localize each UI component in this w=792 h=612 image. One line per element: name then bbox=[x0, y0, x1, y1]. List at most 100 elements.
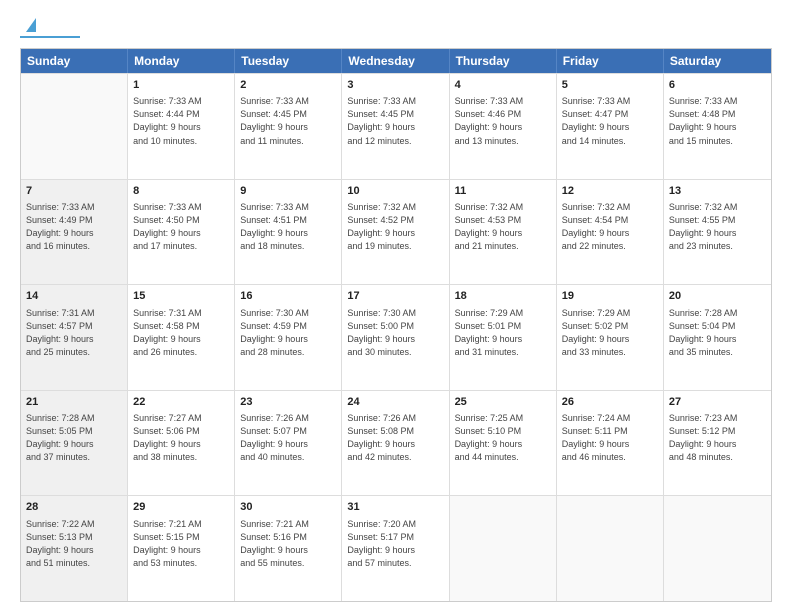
day-info: Sunrise: 7:26 AM Sunset: 5:07 PM Dayligh… bbox=[240, 412, 336, 464]
calendar-cell: 21 Sunrise: 7:28 AM Sunset: 5:05 PM Dayli… bbox=[21, 391, 128, 496]
weekday-header: Friday bbox=[557, 49, 664, 73]
day-info: Sunrise: 7:33 AM Sunset: 4:44 PM Dayligh… bbox=[133, 95, 229, 147]
calendar-cell: 8Sunrise: 7:33 AM Sunset: 4:50 PM Daylig… bbox=[128, 180, 235, 285]
day-number: 19 bbox=[562, 289, 658, 304]
day-info: Sunrise: 7:33 AM Sunset: 4:51 PM Dayligh… bbox=[240, 201, 336, 253]
day-info: Sunrise: 7:33 AM Sunset: 4:45 PM Dayligh… bbox=[240, 95, 336, 147]
calendar-cell: 23 Sunrise: 7:26 AM Sunset: 5:07 PM Dayli… bbox=[235, 391, 342, 496]
day-number: 22 bbox=[133, 395, 229, 410]
day-info: Sunrise: 7:32 AM Sunset: 4:55 PM Dayligh… bbox=[669, 201, 766, 253]
day-number: 10 bbox=[347, 184, 443, 199]
weekday-header: Saturday bbox=[664, 49, 771, 73]
day-info: Sunrise: 7:30 AM Sunset: 5:00 PM Dayligh… bbox=[347, 307, 443, 359]
day-number: 20 bbox=[669, 289, 766, 304]
day-number: 3 bbox=[347, 78, 443, 93]
day-number: 8 bbox=[133, 184, 229, 199]
day-info: Sunrise: 7:20 AM Sunset: 5:17 PM Dayligh… bbox=[347, 518, 443, 570]
calendar-week: 14Sunrise: 7:31 AM Sunset: 4:57 PM Dayli… bbox=[21, 284, 771, 390]
calendar-cell bbox=[557, 496, 664, 601]
day-info: Sunrise: 7:21 AM Sunset: 5:16 PM Dayligh… bbox=[240, 518, 336, 570]
header bbox=[20, 16, 772, 38]
weekday-header: Thursday bbox=[450, 49, 557, 73]
calendar-cell: 9 Sunrise: 7:33 AM Sunset: 4:51 PM Daylig… bbox=[235, 180, 342, 285]
calendar-week: 21 Sunrise: 7:28 AM Sunset: 5:05 PM Dayli… bbox=[21, 390, 771, 496]
day-number: 24 bbox=[347, 395, 443, 410]
day-info: Sunrise: 7:33 AM Sunset: 4:45 PM Dayligh… bbox=[347, 95, 443, 147]
day-number: 2 bbox=[240, 78, 336, 93]
calendar-week: 7 Sunrise: 7:33 AM Sunset: 4:49 PM Daylig… bbox=[21, 179, 771, 285]
day-number: 31 bbox=[347, 500, 443, 515]
calendar-cell: 31 Sunrise: 7:20 AM Sunset: 5:17 PM Dayli… bbox=[342, 496, 449, 601]
calendar-header: SundayMondayTuesdayWednesdayThursdayFrid… bbox=[21, 49, 771, 73]
day-info: Sunrise: 7:30 AM Sunset: 4:59 PM Dayligh… bbox=[240, 307, 336, 359]
calendar-cell: 3 Sunrise: 7:33 AM Sunset: 4:45 PM Daylig… bbox=[342, 74, 449, 179]
day-info: Sunrise: 7:27 AM Sunset: 5:06 PM Dayligh… bbox=[133, 412, 229, 464]
calendar-cell: 4Sunrise: 7:33 AM Sunset: 4:46 PM Daylig… bbox=[450, 74, 557, 179]
day-info: Sunrise: 7:33 AM Sunset: 4:47 PM Dayligh… bbox=[562, 95, 658, 147]
calendar-cell bbox=[450, 496, 557, 601]
weekday-header: Tuesday bbox=[235, 49, 342, 73]
calendar-cell bbox=[21, 74, 128, 179]
calendar-cell: 18Sunrise: 7:29 AM Sunset: 5:01 PM Dayli… bbox=[450, 285, 557, 390]
day-info: Sunrise: 7:32 AM Sunset: 4:53 PM Dayligh… bbox=[455, 201, 551, 253]
day-info: Sunrise: 7:33 AM Sunset: 4:48 PM Dayligh… bbox=[669, 95, 766, 147]
calendar-cell: 7 Sunrise: 7:33 AM Sunset: 4:49 PM Daylig… bbox=[21, 180, 128, 285]
day-number: 7 bbox=[26, 184, 122, 199]
day-info: Sunrise: 7:28 AM Sunset: 5:05 PM Dayligh… bbox=[26, 412, 122, 464]
calendar-cell: 30Sunrise: 7:21 AM Sunset: 5:16 PM Dayli… bbox=[235, 496, 342, 601]
calendar-cell: 15 Sunrise: 7:31 AM Sunset: 4:58 PM Dayli… bbox=[128, 285, 235, 390]
calendar-week: 28 Sunrise: 7:22 AM Sunset: 5:13 PM Dayli… bbox=[21, 495, 771, 601]
day-number: 15 bbox=[133, 289, 229, 304]
calendar-cell: 10 Sunrise: 7:32 AM Sunset: 4:52 PM Dayli… bbox=[342, 180, 449, 285]
day-number: 23 bbox=[240, 395, 336, 410]
day-number: 5 bbox=[562, 78, 658, 93]
calendar-cell: 17 Sunrise: 7:30 AM Sunset: 5:00 PM Dayli… bbox=[342, 285, 449, 390]
logo bbox=[20, 16, 80, 38]
day-number: 28 bbox=[26, 500, 122, 515]
day-info: Sunrise: 7:21 AM Sunset: 5:15 PM Dayligh… bbox=[133, 518, 229, 570]
day-number: 21 bbox=[26, 395, 122, 410]
day-info: Sunrise: 7:33 AM Sunset: 4:46 PM Dayligh… bbox=[455, 95, 551, 147]
calendar-cell: 19 Sunrise: 7:29 AM Sunset: 5:02 PM Dayli… bbox=[557, 285, 664, 390]
day-info: Sunrise: 7:26 AM Sunset: 5:08 PM Dayligh… bbox=[347, 412, 443, 464]
calendar-cell: 29 Sunrise: 7:21 AM Sunset: 5:15 PM Dayli… bbox=[128, 496, 235, 601]
day-info: Sunrise: 7:31 AM Sunset: 4:58 PM Dayligh… bbox=[133, 307, 229, 359]
day-number: 17 bbox=[347, 289, 443, 304]
calendar-cell bbox=[664, 496, 771, 601]
day-number: 1 bbox=[133, 78, 229, 93]
day-info: Sunrise: 7:24 AM Sunset: 5:11 PM Dayligh… bbox=[562, 412, 658, 464]
day-info: Sunrise: 7:29 AM Sunset: 5:02 PM Dayligh… bbox=[562, 307, 658, 359]
day-number: 29 bbox=[133, 500, 229, 515]
calendar-cell: 6 Sunrise: 7:33 AM Sunset: 4:48 PM Daylig… bbox=[664, 74, 771, 179]
day-number: 11 bbox=[455, 184, 551, 199]
day-info: Sunrise: 7:29 AM Sunset: 5:01 PM Dayligh… bbox=[455, 307, 551, 359]
calendar-cell: 12 Sunrise: 7:32 AM Sunset: 4:54 PM Dayli… bbox=[557, 180, 664, 285]
day-number: 6 bbox=[669, 78, 766, 93]
weekday-header: Wednesday bbox=[342, 49, 449, 73]
calendar-cell: 22 Sunrise: 7:27 AM Sunset: 5:06 PM Dayli… bbox=[128, 391, 235, 496]
calendar-cell: 14Sunrise: 7:31 AM Sunset: 4:57 PM Dayli… bbox=[21, 285, 128, 390]
calendar-cell: 26 Sunrise: 7:24 AM Sunset: 5:11 PM Dayli… bbox=[557, 391, 664, 496]
calendar-cell: 24 Sunrise: 7:26 AM Sunset: 5:08 PM Dayli… bbox=[342, 391, 449, 496]
day-info: Sunrise: 7:22 AM Sunset: 5:13 PM Dayligh… bbox=[26, 518, 122, 570]
day-number: 9 bbox=[240, 184, 336, 199]
day-number: 25 bbox=[455, 395, 551, 410]
calendar-cell: 13 Sunrise: 7:32 AM Sunset: 4:55 PM Dayli… bbox=[664, 180, 771, 285]
day-number: 13 bbox=[669, 184, 766, 199]
day-number: 12 bbox=[562, 184, 658, 199]
day-info: Sunrise: 7:32 AM Sunset: 4:52 PM Dayligh… bbox=[347, 201, 443, 253]
logo-line bbox=[20, 36, 80, 38]
calendar-cell: 2 Sunrise: 7:33 AM Sunset: 4:45 PM Daylig… bbox=[235, 74, 342, 179]
day-info: Sunrise: 7:25 AM Sunset: 5:10 PM Dayligh… bbox=[455, 412, 551, 464]
weekday-header: Monday bbox=[128, 49, 235, 73]
calendar-body: 1 Sunrise: 7:33 AM Sunset: 4:44 PM Daylig… bbox=[21, 73, 771, 601]
calendar-cell: 5 Sunrise: 7:33 AM Sunset: 4:47 PM Daylig… bbox=[557, 74, 664, 179]
day-info: Sunrise: 7:33 AM Sunset: 4:49 PM Dayligh… bbox=[26, 201, 122, 253]
calendar-week: 1 Sunrise: 7:33 AM Sunset: 4:44 PM Daylig… bbox=[21, 73, 771, 179]
day-number: 26 bbox=[562, 395, 658, 410]
calendar-cell: 28 Sunrise: 7:22 AM Sunset: 5:13 PM Dayli… bbox=[21, 496, 128, 601]
day-info: Sunrise: 7:32 AM Sunset: 4:54 PM Dayligh… bbox=[562, 201, 658, 253]
logo-icon bbox=[22, 16, 40, 34]
calendar-cell: 1 Sunrise: 7:33 AM Sunset: 4:44 PM Daylig… bbox=[128, 74, 235, 179]
day-info: Sunrise: 7:31 AM Sunset: 4:57 PM Dayligh… bbox=[26, 307, 122, 359]
